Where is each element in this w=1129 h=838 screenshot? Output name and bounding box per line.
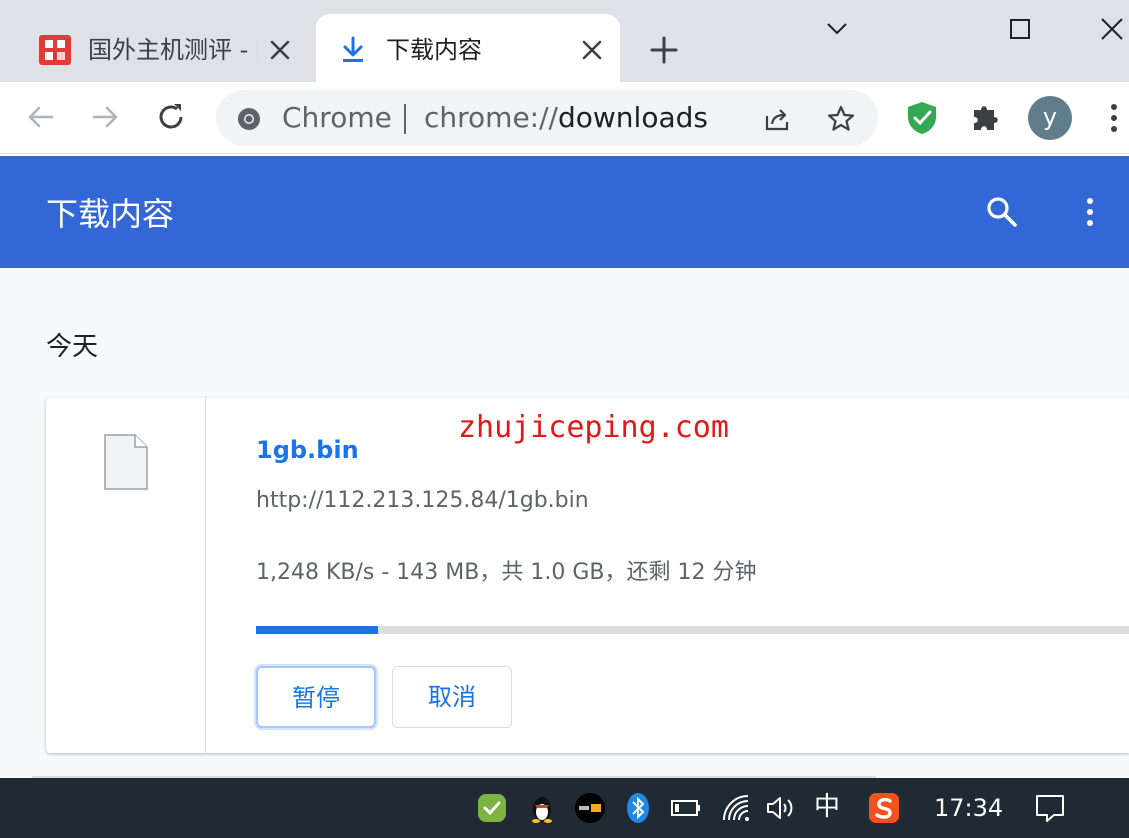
download-icon bbox=[343, 36, 363, 62]
more-vert-icon[interactable] bbox=[1072, 194, 1108, 230]
close-icon[interactable] bbox=[578, 36, 606, 64]
file-icon-column bbox=[46, 398, 206, 753]
date-group-label: 今天 bbox=[46, 332, 99, 362]
share-icon[interactable] bbox=[762, 104, 792, 134]
search-icon[interactable] bbox=[984, 194, 1020, 230]
file-source-url[interactable]: http://112.213.125.84/1gb.bin bbox=[256, 486, 589, 516]
maximize-icon[interactable] bbox=[1005, 14, 1035, 44]
page-title: 下载内容 bbox=[46, 195, 175, 233]
app-tray-icon[interactable] bbox=[574, 792, 606, 824]
tab-strip: 国外主机测评 - [ 下载内容 bbox=[0, 0, 1129, 82]
url-text[interactable]: chrome://downloads bbox=[424, 101, 708, 135]
forward-arrow-icon[interactable] bbox=[88, 100, 122, 134]
address-bar[interactable]: Chrome chrome://downloads bbox=[216, 90, 878, 146]
pause-button[interactable]: 暂停 bbox=[256, 666, 376, 728]
new-tab-plus-icon[interactable] bbox=[648, 34, 680, 66]
window-close-icon[interactable] bbox=[1097, 14, 1127, 44]
sogou-ime-icon[interactable] bbox=[868, 792, 900, 824]
taskbar-clock[interactable]: 17:34 bbox=[934, 791, 1003, 825]
more-vert-icon[interactable] bbox=[1096, 100, 1129, 136]
back-arrow-icon[interactable] bbox=[24, 100, 58, 134]
profile-avatar[interactable]: y bbox=[1028, 96, 1072, 140]
browser-toolbar: Chrome chrome://downloads y bbox=[0, 82, 1129, 154]
file-icon bbox=[104, 434, 148, 490]
tab-title: 下载内容 bbox=[386, 36, 482, 64]
divider bbox=[404, 104, 406, 134]
windows-taskbar: 中 17:34 bbox=[0, 778, 1129, 838]
url-path: downloads bbox=[557, 101, 708, 134]
notification-center-icon[interactable] bbox=[1034, 792, 1066, 824]
wifi-icon[interactable] bbox=[720, 792, 752, 824]
downloads-header: 下载内容 bbox=[0, 156, 1129, 268]
battery-icon[interactable] bbox=[670, 792, 702, 824]
site-chip-label: Chrome bbox=[282, 101, 392, 134]
download-item-card: 1gb.bin http://112.213.125.84/1gb.bin 1,… bbox=[46, 398, 1129, 753]
tab-zhujiceping[interactable]: 国外主机测评 - [ bbox=[18, 14, 308, 82]
url-scheme: chrome:// bbox=[424, 101, 558, 134]
qq-penguin-icon[interactable] bbox=[526, 792, 558, 824]
download-progress-fill bbox=[256, 626, 379, 634]
volume-icon[interactable] bbox=[764, 792, 796, 824]
download-status: 1,248 KB/s - 143 MB，共 1.0 GB，还剩 12 分钟 bbox=[256, 560, 757, 585]
close-icon[interactable] bbox=[266, 36, 294, 64]
site-favicon-icon bbox=[39, 35, 71, 65]
reload-icon[interactable] bbox=[154, 100, 188, 134]
bookmark-star-icon[interactable] bbox=[826, 104, 856, 134]
shield-check-icon[interactable] bbox=[904, 100, 940, 136]
bluetooth-icon[interactable] bbox=[622, 792, 654, 824]
downloads-list: 今天 1gb.bin http://112.213.125.84/1gb.bin… bbox=[0, 268, 1129, 778]
watermark-text: zhujiceping.com bbox=[458, 410, 729, 445]
tab-downloads[interactable]: 下载内容 bbox=[316, 14, 620, 82]
security-check-icon[interactable] bbox=[476, 792, 508, 824]
cancel-button[interactable]: 取消 bbox=[392, 666, 512, 728]
tab-title: 国外主机测评 - [ bbox=[88, 36, 258, 64]
input-method-indicator[interactable]: 中 bbox=[814, 790, 840, 824]
extensions-puzzle-icon[interactable] bbox=[968, 100, 1004, 136]
download-progress-bar bbox=[256, 626, 1129, 634]
chrome-logo-icon bbox=[238, 108, 260, 130]
chevron-down-icon[interactable] bbox=[822, 14, 852, 44]
file-name-link[interactable]: 1gb.bin bbox=[256, 434, 359, 466]
